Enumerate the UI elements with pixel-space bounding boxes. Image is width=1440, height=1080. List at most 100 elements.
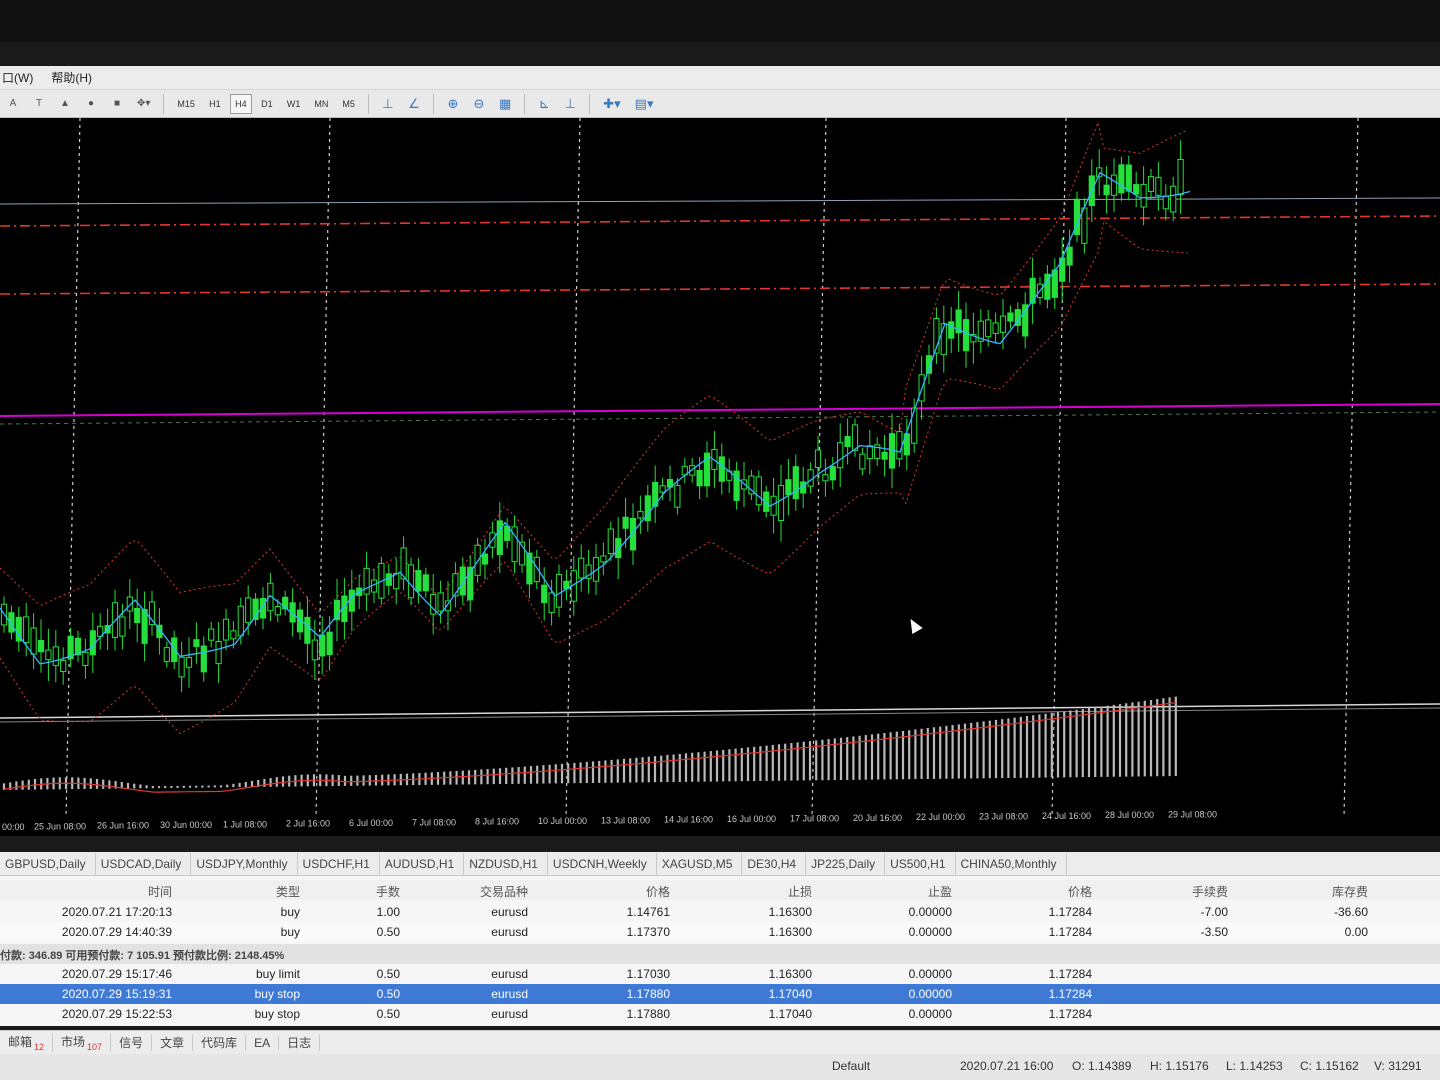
row-sl: 1.16300 [768,925,812,939]
chart-shift-icon[interactable]: ⊥ [559,94,581,114]
row-lots: 1.00 [376,905,400,919]
header-type[interactable]: 类型 [276,883,300,900]
timeframe-h1-button[interactable]: H1 [204,94,226,114]
header-lots[interactable]: 手数 [376,883,400,900]
terminal-tab-market[interactable]: 市场 107 [53,1033,112,1052]
status-volume: V: 31291 [1374,1059,1422,1073]
header-current-price[interactable]: 价格 [1068,883,1092,900]
terminal-tab-signals[interactable]: 信号 [111,1034,153,1051]
bar-chart-icon[interactable]: ⊥ [377,94,399,114]
terminal-tab-journal[interactable]: 日志 [279,1034,321,1051]
header-swap[interactable]: 库存费 [1332,883,1368,900]
line-chart-icon[interactable]: ∠ [403,94,425,114]
candle-body [822,474,829,482]
symbol-tab-xagusd[interactable]: XAGUSD,M5 [657,853,743,875]
ma-line [0,171,1191,665]
order-row[interactable]: 2020.07.29 15:17:46 buy limit 0.50 eurusd 1.… [0,964,1440,984]
symbol-tab-us500[interactable]: US500,H1 [885,853,956,875]
text-label-tool-icon[interactable]: T [28,94,50,114]
symbol-tab-usdcnh[interactable]: USDCNH,Weekly [548,853,657,875]
candle-body [622,516,629,529]
menu-window[interactable]: 口(W) [2,69,33,86]
tile-windows-icon[interactable]: ▦ [494,94,516,114]
order-row[interactable]: 2020.07.29 15:22:53 buy stop 0.50 eurusd 1.1… [0,1004,1440,1024]
grid-line [65,118,81,819]
candle-body [141,609,148,644]
templates-icon[interactable]: ▤▾ [630,94,659,114]
candle-body [1022,304,1029,337]
bollinger-bands [0,120,1189,735]
symbol-tab-de30[interactable]: DE30,H4 [742,853,807,875]
terminal-tab-codebase[interactable]: 代码库 [193,1034,247,1051]
date-label: 25 Jun 08:00 [34,821,86,831]
terminal-tab-mailbox[interactable]: 邮箱 12 [0,1033,54,1052]
price-chart[interactable]: 00:00 25 Jun 08:00 26 Jun 16:00 30 Jun 00:0… [0,118,1440,836]
timeframe-h4-button[interactable]: H4 [229,93,252,114]
arrows-tool-icon[interactable]: ✥▾ [132,94,155,114]
timeframe-m15-button[interactable]: M15 [172,94,200,114]
row-price: 1.17880 [626,987,670,1001]
menu-help[interactable]: 帮助(H) [51,69,92,86]
candle-body [814,449,822,468]
candle-body [148,601,156,626]
status-profile: Default [832,1059,871,1073]
row-sl: 1.17040 [768,1007,812,1021]
symbol-tab-jp225[interactable]: JP225,Daily [806,853,886,875]
chart-canvas[interactable]: 00:00 25 Jun 08:00 26 Jun 16:00 30 Jun 00:0… [0,118,1440,836]
text-tool-icon[interactable]: A [2,94,24,114]
candle-body [407,564,415,599]
date-label: 10 Jul 00:00 [538,816,587,826]
date-label: 16 Jul 00:00 [727,814,776,824]
header-time[interactable]: 时间 [148,883,172,900]
timeframe-m5-button[interactable]: M5 [337,94,360,114]
timeframe-w1-button[interactable]: W1 [282,94,306,114]
add-indicator-icon[interactable]: ✚▾ [598,94,625,114]
header-symbol[interactable]: 交易品种 [480,883,528,900]
candle-body [30,627,37,655]
row-sl: 1.16300 [768,905,812,919]
candle-body [200,645,207,673]
candle-body [415,570,422,592]
candle-body [777,485,785,522]
terminal-tab-articles[interactable]: 文章 [152,1034,194,1051]
current-price-line [0,197,1440,205]
symbol-tab-gbpusd[interactable]: GBPUSD,Daily [0,853,96,875]
candle-body [992,322,999,334]
header-price[interactable]: 价格 [646,883,670,900]
order-row[interactable]: 2020.07.29 15:19:31 buy stop 0.50 eurusd 1.1… [0,984,1440,1004]
symbol-tab-china50[interactable]: CHINA50,Monthly [956,853,1067,875]
symbol-tab-usdchf[interactable]: USDCHF,H1 [298,853,380,875]
rectangle-tool-icon[interactable]: ■ [106,94,128,114]
terminal-tab-ea[interactable]: EA [246,1035,280,1050]
zoom-out-icon[interactable]: ⊖ [468,94,490,114]
grid-line [811,118,827,819]
candle-body [37,639,45,653]
symbol-tab-nzdusd[interactable]: NZDUSD,H1 [464,853,548,875]
symbol-tab-audusd[interactable]: AUDUSD,H1 [380,853,465,875]
symbol-tab-usdcad[interactable]: USDCAD,Daily [96,853,192,875]
header-sl[interactable]: 止损 [788,883,812,900]
candle-body [607,528,614,555]
triangle-tool-icon[interactable]: ▲ [54,94,76,114]
row-time: 2020.07.21 17:20:13 [61,905,172,919]
row-time: 2020.07.29 15:17:46 [61,967,172,981]
symbol-tab-usdjpy[interactable]: USDJPY,Monthly [191,853,298,875]
header-tp[interactable]: 止盈 [928,883,952,900]
zoom-in-icon[interactable]: ⊕ [442,94,464,114]
candle-body [600,555,607,563]
timeframe-d1-button[interactable]: D1 [256,94,278,114]
candle-body [222,618,230,641]
position-row[interactable]: 2020.07.21 17:20:13 buy 1.00 eurusd 1.14761 1… [0,902,1440,922]
date-label: 26 Jun 16:00 [97,821,149,831]
row-swap: -36.60 [1333,905,1368,919]
trade-table-header: 时间 类型 手数 交易品种 价格 止损 止盈 价格 手续费 库存费 [0,880,1440,900]
header-commission[interactable]: 手续费 [1192,883,1228,900]
row-type: buy limit [255,967,300,981]
terminal-tabs: 邮箱 12 市场 107 信号 文章 代码库 EA 日志 [0,1030,1440,1054]
position-row[interactable]: 2020.07.29 14:40:39 buy 0.50 eurusd 1.17370 1… [0,922,1440,942]
row-current-price: 1.17284 [1048,967,1092,981]
ellipse-tool-icon[interactable]: ● [80,94,102,114]
auto-scroll-icon[interactable]: ⊾ [533,94,555,114]
row-symbol: eurusd [491,1007,528,1021]
timeframe-mn-button[interactable]: MN [309,94,333,114]
